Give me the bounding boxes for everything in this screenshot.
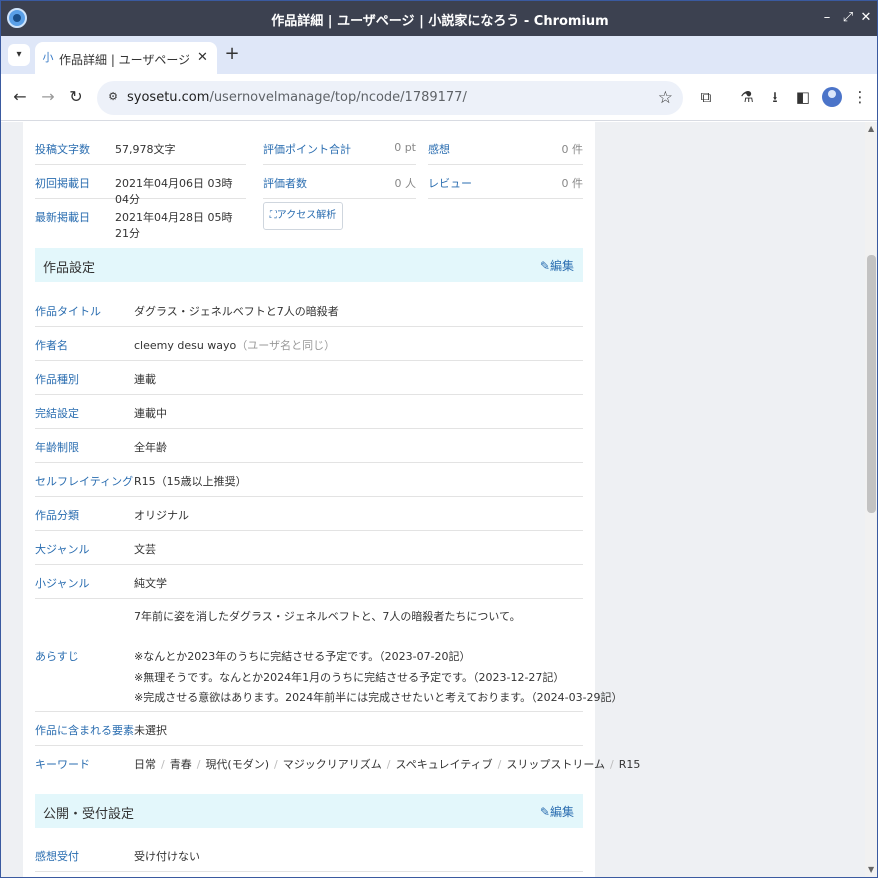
keyword: スペキュレイティブ <box>395 758 493 771</box>
edit-public-settings-link[interactable]: ✎編集 <box>540 803 574 820</box>
reload-icon[interactable]: ↻ <box>66 87 86 107</box>
browser-window: 作品詳細 | ユーザページ | 小説家になろう - Chromium – ⤢ ✕… <box>0 0 878 878</box>
vertical-scrollbar[interactable]: ▲ ▼ <box>865 122 877 877</box>
tab-search-icon[interactable]: ▾ <box>8 44 30 66</box>
row-elements: 作品に含まれる要素 未選択 <box>35 712 583 746</box>
scroll-up-icon[interactable]: ▲ <box>868 124 874 133</box>
edit-work-settings-link[interactable]: ✎編集 <box>540 257 574 274</box>
keyword: R15 <box>618 758 641 771</box>
stat-impressions: 感想 0 件 <box>428 131 583 165</box>
keyword: 現代(モダン) <box>205 758 270 771</box>
synopsis-line: ※無理そうです。なんとか2024年1月のうちに完結させる予定です。（2023-1… <box>134 671 565 684</box>
forward-icon[interactable]: → <box>38 87 58 107</box>
new-tab-icon[interactable]: + <box>223 45 241 63</box>
row-self-rating: セルフレイティング R15（15歳以上推奨） <box>35 463 583 497</box>
row-title: 作品タイトル ダグラス・ジェネルベフトと7人の暗殺者 <box>35 292 583 327</box>
bookmark-star-icon[interactable]: ☆ <box>658 88 673 108</box>
access-analysis-button[interactable]: ⛶アクセス解析 <box>263 202 343 230</box>
row-type: 作品種別 連載 <box>35 361 583 395</box>
row-author: 作者名 cleemy desu wayo（ユーザ名と同じ） <box>35 327 583 361</box>
minimize-icon[interactable]: – <box>819 9 835 27</box>
stat-last-post: 最新掲載日 2021年04月28日 05時21分 <box>35 211 233 240</box>
stat-char-count: 投稿文字数 57,978文字 <box>35 131 246 165</box>
address-bar[interactable]: ⚙ syosetu.com/usernovelmanage/top/ncode/… <box>97 81 683 115</box>
synopsis-line: 7年前に姿を消したダグラス・ジェネルベフトと、7人の暗殺者たちについて。 <box>134 610 521 623</box>
menu-kebab-icon[interactable]: ⋮ <box>850 87 870 107</box>
pencil-icon: ✎ <box>539 259 550 273</box>
toolbar: ← → ↻ ⚙ syosetu.com/usernovelmanage/top/… <box>1 74 877 121</box>
pencil-icon: ✎ <box>539 805 550 819</box>
row-synopsis: あらすじ 7年前に姿を消したダグラス・ジェネルベフトと、7人の暗殺者たちについて… <box>35 599 623 712</box>
tab-strip: ▾ 小 作品詳細 | ユーザページ | 小説家になろう ✕ + <box>1 36 877 74</box>
keyword-list: 日常 / 青春 / 現代(モダン) / マジックリアリズム / スペキュレイティブ / スリップスト… <box>134 758 641 771</box>
row-genre: 大ジャンル 文芸 <box>35 531 583 565</box>
row-keywords: キーワード 日常 / 青春 / 現代(モダン) / マジックリアリズム / スペキュレイティブ /… <box>35 758 641 771</box>
keyword: マジックリアリズム <box>282 758 382 771</box>
section-work-settings: 作品設定 ✎編集 <box>35 248 583 282</box>
page-viewport: 投稿文字数 57,978文字 初回掲載日 2021年04月06日 03時04分 … <box>1 122 865 877</box>
scroll-down-icon[interactable]: ▼ <box>868 865 874 874</box>
page-content: 投稿文字数 57,978文字 初回掲載日 2021年04月06日 03時04分 … <box>23 122 641 877</box>
row-impressions-accept: 感想受付 受け付けない <box>35 838 583 872</box>
stat-raters: 評価者数 0 人 <box>263 165 416 199</box>
synopsis-line: ※完成させる意欲はあります。2024年前半には完成させたいと考えております。（2… <box>134 691 623 704</box>
profile-avatar[interactable] <box>822 87 842 107</box>
favicon: 小 <box>42 51 54 64</box>
side-panel-icon[interactable]: ◧ <box>793 87 813 107</box>
stat-first-post: 初回掲載日 2021年04月06日 03時04分 <box>35 165 246 206</box>
close-window-icon[interactable]: ✕ <box>858 9 874 27</box>
download-icon[interactable]: ⭳ <box>765 87 785 107</box>
stat-reviews: レビュー 0 件 <box>428 165 583 199</box>
row-category: 作品分類 オリジナル <box>35 497 583 531</box>
site-info-icon[interactable]: ⚙ <box>106 90 120 104</box>
labs-flask-icon[interactable]: ⚗ <box>737 87 757 107</box>
title-bar: 作品詳細 | ユーザページ | 小説家になろう - Chromium – ⤢ ✕ <box>1 1 877 36</box>
scrollbar-thumb[interactable] <box>867 255 876 513</box>
row-subgenre: 小ジャンル 純文学 <box>35 565 583 599</box>
section-public-settings: 公開・受付設定 ✎編集 <box>35 794 583 828</box>
window-title: 作品詳細 | ユーザページ | 小説家になろう - Chromium <box>271 14 609 29</box>
back-icon[interactable]: ← <box>10 87 30 107</box>
restore-icon[interactable]: ⤢ <box>840 9 856 27</box>
row-age-limit: 年齢制限 全年齢 <box>35 429 583 463</box>
extensions-icon[interactable]: ⧉ <box>696 87 716 107</box>
stat-points: 評価ポイント合計 0 pt <box>263 131 416 165</box>
chart-icon: ⛶ <box>269 210 277 221</box>
tab-title: 作品詳細 | ユーザページ | 小説家になろう <box>59 53 189 67</box>
tab-close-icon[interactable]: ✕ <box>197 50 208 65</box>
keyword: 日常 <box>134 758 156 771</box>
keyword: 青春 <box>169 758 192 771</box>
url-text[interactable]: syosetu.com/usernovelmanage/top/ncode/17… <box>127 90 467 105</box>
keyword: スリップストリーム <box>506 758 605 771</box>
synopsis-line: ※なんとか2023年のうちに完結させる予定です。（2023-07-20記） <box>134 650 471 663</box>
row-status: 完結設定 連載中 <box>35 395 583 429</box>
tab-active[interactable]: 小 作品詳細 | ユーザページ | 小説家になろう ✕ <box>35 42 217 74</box>
